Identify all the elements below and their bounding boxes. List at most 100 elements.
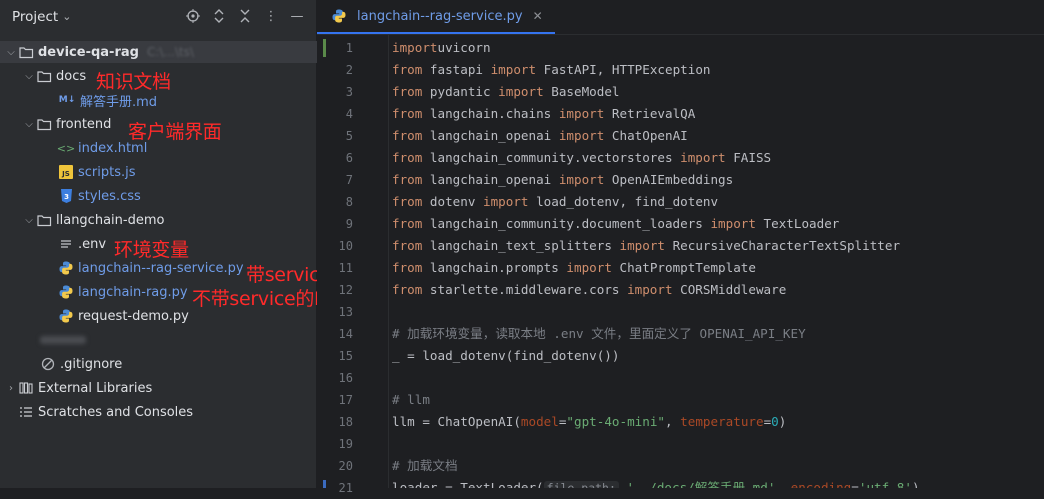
annotation-docs: 知识文档 xyxy=(96,71,171,93)
code-token: pydantic xyxy=(422,84,499,99)
code-token: ChatPromptTemplate xyxy=(611,260,756,275)
tree-item-llangchain-demo[interactable]: ⌵ llangchain-demo xyxy=(0,209,338,231)
project-panel: Project ⌄ ⋮ — ⌵ device-qa-rag C:\...\ts\… xyxy=(0,0,389,488)
folder-icon xyxy=(18,44,34,60)
tree-item-gitignore[interactable]: .gitignore xyxy=(0,353,356,375)
code-token: # 加载文档 xyxy=(392,458,458,473)
project-toolbar: ⋮ — xyxy=(184,6,306,26)
code-token: temperature xyxy=(680,414,764,429)
code-line: from pydantic import BaseModel xyxy=(392,81,620,103)
chevron-down-icon[interactable]: ⌄ xyxy=(62,10,71,23)
code-token: RetrievalQA xyxy=(604,106,696,121)
code-token: load_dotenv, find_dotenv xyxy=(528,194,719,209)
libraries-icon xyxy=(18,380,34,396)
tree-item-label: External Libraries xyxy=(38,380,153,396)
line-number: 15 xyxy=(338,349,353,363)
project-panel-title[interactable]: Project xyxy=(12,9,58,25)
code-token: _ = load_dotenv(find_dotenv()) xyxy=(392,348,620,363)
line-number: 17 xyxy=(338,393,353,407)
chevron-down-icon[interactable]: ⌵ xyxy=(4,47,18,58)
code-line: from fastapi import FastAPI, HTTPExcepti… xyxy=(392,59,710,81)
code-token: BaseModel xyxy=(543,84,620,99)
code-token: langchain.prompts xyxy=(422,260,567,275)
code-token: llm = ChatOpenAI( xyxy=(392,414,521,429)
line-number: 20 xyxy=(338,459,353,473)
line-number: 8 xyxy=(345,195,353,209)
tab-label: langchain--rag-service.py xyxy=(357,8,523,24)
tree-item-blurred[interactable] xyxy=(0,329,356,351)
more-options-icon[interactable]: ⋮ xyxy=(262,6,280,26)
code-line: from langchain_community.vectorstores im… xyxy=(392,147,771,169)
code-line: # llm xyxy=(392,389,430,411)
code-token: OpenAIEmbeddings xyxy=(604,172,734,187)
code-token: ChatOpenAI xyxy=(604,128,688,143)
code-token: import xyxy=(710,216,756,231)
tab-rag-service-py[interactable]: langchain--rag-service.py ✕ xyxy=(317,0,555,34)
tree-item-label: frontend xyxy=(56,116,112,132)
code-token: from xyxy=(392,106,423,121)
code-line: loader = TextLoader(file_path: '../docs/… xyxy=(392,477,920,488)
code-token: starlette.middleware.cors xyxy=(422,282,628,297)
code-token: RecursiveCharacterTextSplitter xyxy=(664,238,901,253)
tree-item-label: Scratches and Consoles xyxy=(38,404,194,420)
code-token: ) xyxy=(911,480,920,488)
code-token: from xyxy=(392,84,423,99)
expand-all-icon[interactable] xyxy=(210,6,228,26)
line-number: 21 xyxy=(338,481,353,495)
code-line: from langchain_text_splitters import Rec… xyxy=(392,235,900,257)
inlay-hint: file_path: xyxy=(543,481,619,488)
code-token: from xyxy=(392,128,423,143)
code-token: "gpt-4o-mini" xyxy=(566,414,665,429)
code-line: from langchain.prompts import ChatPrompt… xyxy=(392,257,756,279)
annotation-env: 环境变量 xyxy=(114,239,189,261)
code-token: import xyxy=(483,194,529,209)
tree-item-external-libraries[interactable]: › External Libraries xyxy=(0,377,320,399)
chevron-right-icon[interactable]: › xyxy=(4,383,18,394)
tree-item-scratches-and-consoles[interactable]: Scratches and Consoles xyxy=(0,401,334,423)
chevron-down-icon[interactable]: ⌵ xyxy=(22,119,36,130)
folder-icon xyxy=(36,116,52,132)
minimize-icon[interactable]: — xyxy=(288,6,306,26)
chevron-down-icon[interactable]: ⌵ xyxy=(22,71,36,82)
svg-text:JS: JS xyxy=(61,170,70,178)
close-icon[interactable]: ✕ xyxy=(533,9,543,23)
code-line: from langchain_openai import OpenAIEmbed… xyxy=(392,169,733,191)
code-token: import xyxy=(498,84,544,99)
code-token: import xyxy=(558,128,605,143)
chevron-down-icon[interactable]: ⌵ xyxy=(22,215,36,226)
code-line: _ = load_dotenv(find_dotenv()) xyxy=(392,345,619,367)
line-number: 7 xyxy=(345,173,353,187)
code-token: # llm xyxy=(392,392,430,407)
line-number: 1 xyxy=(345,41,353,55)
locate-icon[interactable] xyxy=(184,6,202,26)
code-token: import xyxy=(566,260,612,275)
folder-icon xyxy=(36,212,52,228)
code-line: from langchain.chains import RetrievalQA xyxy=(392,103,695,125)
text-file-icon xyxy=(58,236,74,252)
code-token: = xyxy=(851,480,859,488)
code-token: import xyxy=(558,172,605,187)
code-editor: langchain--rag-service.py ✕ 1 2 3 4 5 6 7 8 9 10 1… xyxy=(317,0,1044,495)
line-number: 12 xyxy=(338,283,353,297)
code-token: loader = TextLoader( xyxy=(392,480,544,488)
line-number: 5 xyxy=(345,129,353,143)
collapse-all-icon[interactable] xyxy=(236,6,254,26)
folder-icon xyxy=(36,68,52,84)
code-token: FAISS xyxy=(725,150,772,165)
line-number: 2 xyxy=(345,63,353,77)
line-number: 19 xyxy=(338,437,353,451)
code-token: import xyxy=(680,150,726,165)
code-line: # 加载环境变量，读取本地 .env 文件，里面定义了 OPENAI_API_K… xyxy=(392,323,806,345)
tree-item-device-qa-rag[interactable]: ⌵ device-qa-rag C:\...\ts\ xyxy=(0,41,320,63)
code-area[interactable]: importuvicorn from fastapi import FastAPI… xyxy=(392,35,1042,488)
code-token: import xyxy=(392,40,438,55)
line-number-gutter: 1 2 3 4 5 6 7 8 9 10 11 12 13 14 15 16 17 18 19 20 21 xyxy=(317,35,375,495)
code-token: import xyxy=(627,282,673,297)
code-token: from xyxy=(392,150,423,165)
code-token: ) xyxy=(778,414,787,429)
code-token: from xyxy=(392,238,423,253)
tree-item-label: llangchain-demo xyxy=(56,212,165,228)
css-icon: 3 xyxy=(58,188,74,204)
code-line: from langchain_openai import ChatOpenAI xyxy=(392,125,688,147)
code-line: # 加载文档 xyxy=(392,455,458,477)
